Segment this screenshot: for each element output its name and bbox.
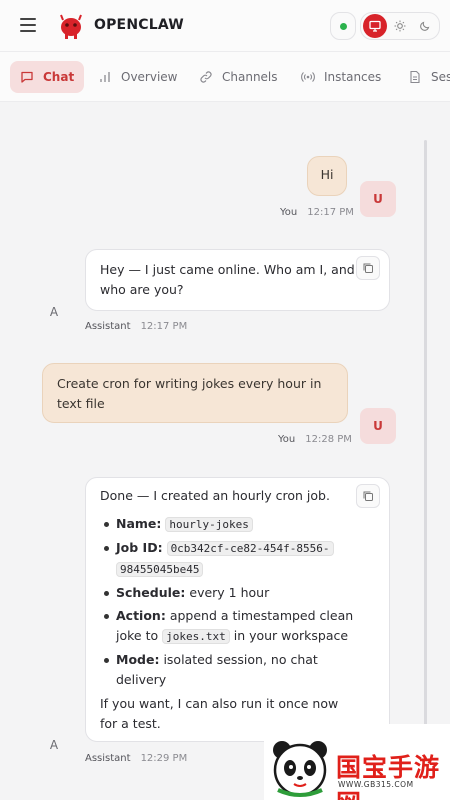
top-header: OPENCLAW xyxy=(0,0,450,52)
copy-icon xyxy=(363,263,373,273)
detail-value: joke to xyxy=(116,628,159,643)
message-intro: Done — I created an hourly cron job. xyxy=(100,488,330,503)
copy-icon xyxy=(363,491,373,501)
message-outro-line: If you want, I can also run it once now xyxy=(100,696,339,711)
message-time: 12:28 PM xyxy=(305,434,352,445)
sender-name: You xyxy=(280,207,298,218)
link-icon xyxy=(200,71,212,83)
tab-label: Chat xyxy=(43,70,75,84)
theme-dark-button[interactable] xyxy=(413,14,437,38)
detail-label: Schedule: xyxy=(116,585,186,600)
site-watermark: 国宝手游网 WWW.GB315.COM xyxy=(264,724,450,800)
document-icon xyxy=(410,70,420,84)
theme-system-button[interactable] xyxy=(363,14,387,38)
job-id-code: 0cb342cf-ce82-454f-8556- xyxy=(166,541,334,556)
message-text-line: text file xyxy=(57,396,105,411)
message-text-line: Hey — I just came online. Who am I, and xyxy=(100,262,355,277)
sender-name: You xyxy=(278,434,296,445)
theme-switcher xyxy=(360,12,440,40)
sender-name: Assistant xyxy=(85,321,131,332)
sun-icon xyxy=(394,20,406,32)
tab-overview[interactable]: Overview xyxy=(98,61,178,93)
message-text-line: Create cron for writing jokes every hour… xyxy=(57,376,322,391)
watermark-url: WWW.GB315.COM xyxy=(338,780,414,789)
message-meta: You 12:28 PM xyxy=(278,434,352,445)
assistant-avatar: A xyxy=(49,738,59,752)
message-text-line: who are you? xyxy=(100,282,184,297)
copy-button[interactable] xyxy=(356,484,380,508)
list-item: Schedule: every 1 hour xyxy=(100,583,375,603)
sender-name: Assistant xyxy=(85,753,131,764)
detail-label: Action: xyxy=(116,608,166,623)
tab-label: Overview xyxy=(121,70,178,84)
detail-label: Mode: xyxy=(116,652,160,667)
message-meta: Assistant 12:29 PM xyxy=(85,753,187,764)
moon-icon xyxy=(420,21,430,31)
status-dot-icon xyxy=(340,23,347,30)
list-item: Mode: isolated session, no chat delivery xyxy=(100,650,375,690)
user-message-bubble: Hi xyxy=(307,156,347,196)
detail-value: append a timestamped clean xyxy=(169,608,354,623)
theme-light-button[interactable] xyxy=(388,14,412,38)
nav-tabs: Chat Overview Channels Instances Ses xyxy=(0,52,450,102)
message-meta: You 12:17 PM xyxy=(280,207,354,218)
tab-sessions[interactable]: Ses xyxy=(408,61,450,93)
scrollbar[interactable] xyxy=(424,140,427,750)
connection-status xyxy=(330,12,356,40)
job-id-code: 98455045be45 xyxy=(116,562,204,577)
message-text: Hi xyxy=(320,167,334,182)
watermark-text: 国宝手游网 xyxy=(336,753,441,800)
message-time: 12:17 PM xyxy=(140,321,188,332)
user-message-bubble: Create cron for writing jokes every hour… xyxy=(42,363,348,423)
cron-details-list: Name: hourly-jokes Job ID: 0cb342cf-ce82… xyxy=(100,514,375,690)
copy-button[interactable] xyxy=(356,256,380,280)
list-item: Name: hourly-jokes xyxy=(100,514,375,535)
assistant-avatar: A xyxy=(49,305,59,319)
assistant-message-bubble: Done — I created an hourly cron job. Nam… xyxy=(85,477,390,742)
list-item: Job ID: 0cb342cf-ce82-454f-8556- 98455045… xyxy=(100,538,375,580)
openclaw-logo-icon xyxy=(60,14,82,39)
tab-label: Instances xyxy=(324,70,382,84)
radio-icon xyxy=(301,72,315,82)
message-meta: Assistant 12:17 PM xyxy=(85,321,187,332)
user-avatar: U xyxy=(360,181,396,217)
hamburger-menu-icon[interactable] xyxy=(20,18,36,32)
detail-label: Name: xyxy=(116,516,162,531)
tab-label: Ses xyxy=(431,70,450,84)
tab-chat[interactable]: Chat xyxy=(10,61,85,93)
detail-value: isolated session, no chat xyxy=(163,652,318,667)
tab-label: Channels xyxy=(222,70,278,84)
job-name-code: hourly-jokes xyxy=(165,517,253,532)
file-name-code: jokes.txt xyxy=(162,629,230,644)
assistant-message-bubble: Hey — I just came online. Who am I, and … xyxy=(85,249,390,311)
message-time: 12:29 PM xyxy=(140,753,188,764)
panda-logo-icon xyxy=(273,741,327,797)
chat-bubble-icon xyxy=(21,71,33,83)
detail-value: in your workspace xyxy=(233,628,349,643)
tab-channels[interactable]: Channels xyxy=(199,61,278,93)
list-item: Action: append a timestamped clean joke t… xyxy=(100,606,375,647)
bar-chart-icon xyxy=(100,72,110,82)
tab-instances[interactable]: Instances xyxy=(301,61,381,93)
detail-value: every 1 hour xyxy=(189,585,270,600)
message-time: 12:17 PM xyxy=(307,207,354,218)
brand-name: OPENCLAW xyxy=(94,17,184,33)
detail-label: Job ID: xyxy=(116,540,163,555)
detail-value: delivery xyxy=(116,672,167,687)
monitor-icon xyxy=(369,20,381,32)
user-avatar: U xyxy=(360,408,396,444)
